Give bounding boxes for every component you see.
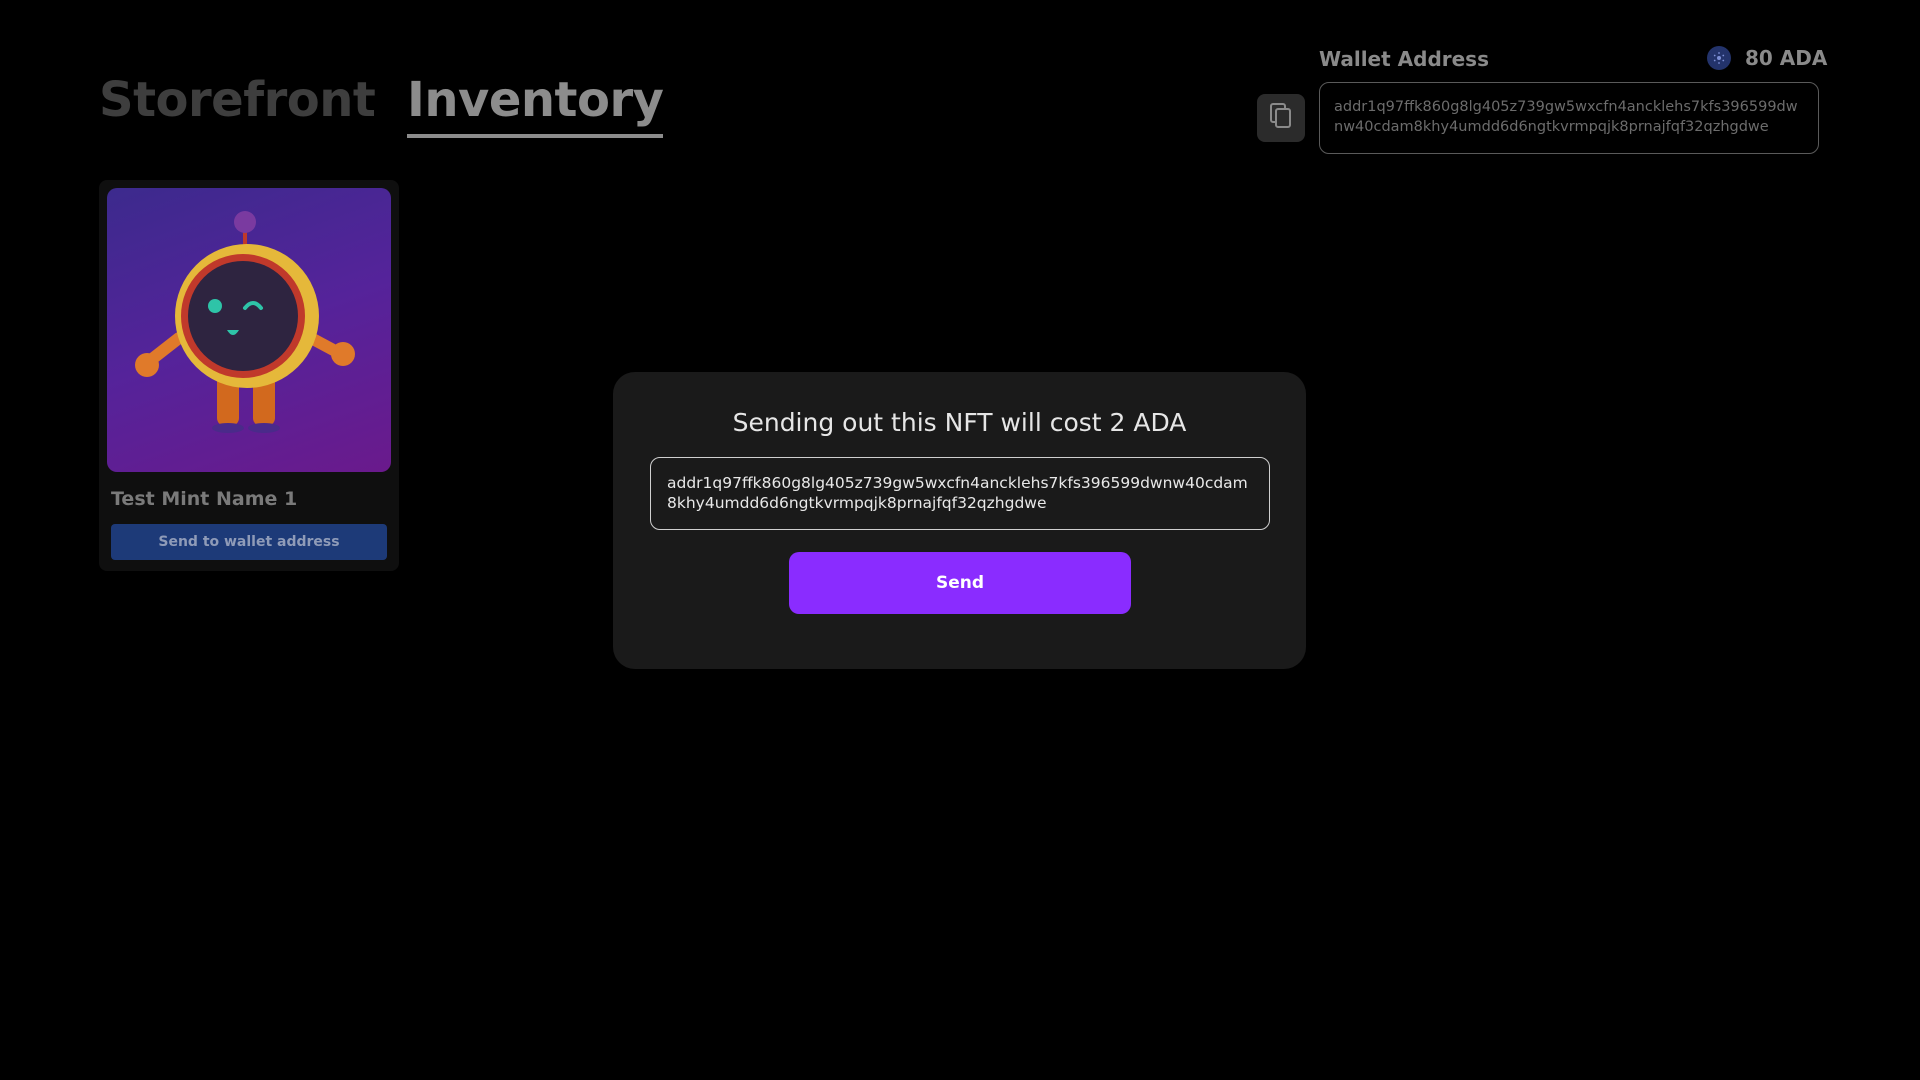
balance-amount: 80 ADA (1745, 46, 1828, 70)
nft-name: Test Mint Name 1 (111, 488, 298, 510)
wallet-address-label: Wallet Address (1319, 47, 1489, 71)
nft-card: Test Mint Name 1 Send to wallet address (99, 180, 399, 571)
wallet-address-field[interactable]: addr1q97ffk860g8lg405z739gw5wxcfn4anckle… (1319, 82, 1819, 154)
cardano-icon (1707, 46, 1731, 70)
send-nft-modal: Sending out this NFT will cost 2 ADA add… (613, 372, 1306, 669)
robot-mascot-image (135, 211, 355, 433)
nft-image (107, 188, 391, 472)
page: Storefront Inventory Wallet Address 80 A… (0, 0, 1920, 1080)
send-button[interactable]: Send (789, 552, 1131, 614)
tab-storefront[interactable]: Storefront (99, 70, 376, 130)
balance-display: 80 ADA (1707, 46, 1827, 70)
copy-icon (1268, 102, 1294, 134)
send-to-wallet-button[interactable]: Send to wallet address (111, 524, 387, 560)
modal-title: Sending out this NFT will cost 2 ADA (732, 408, 1187, 437)
recipient-address-input[interactable]: addr1q97ffk860g8lg405z739gw5wxcfn4anckle… (650, 457, 1270, 530)
copy-address-button[interactable] (1257, 94, 1305, 142)
tab-inventory[interactable]: Inventory (407, 70, 664, 138)
